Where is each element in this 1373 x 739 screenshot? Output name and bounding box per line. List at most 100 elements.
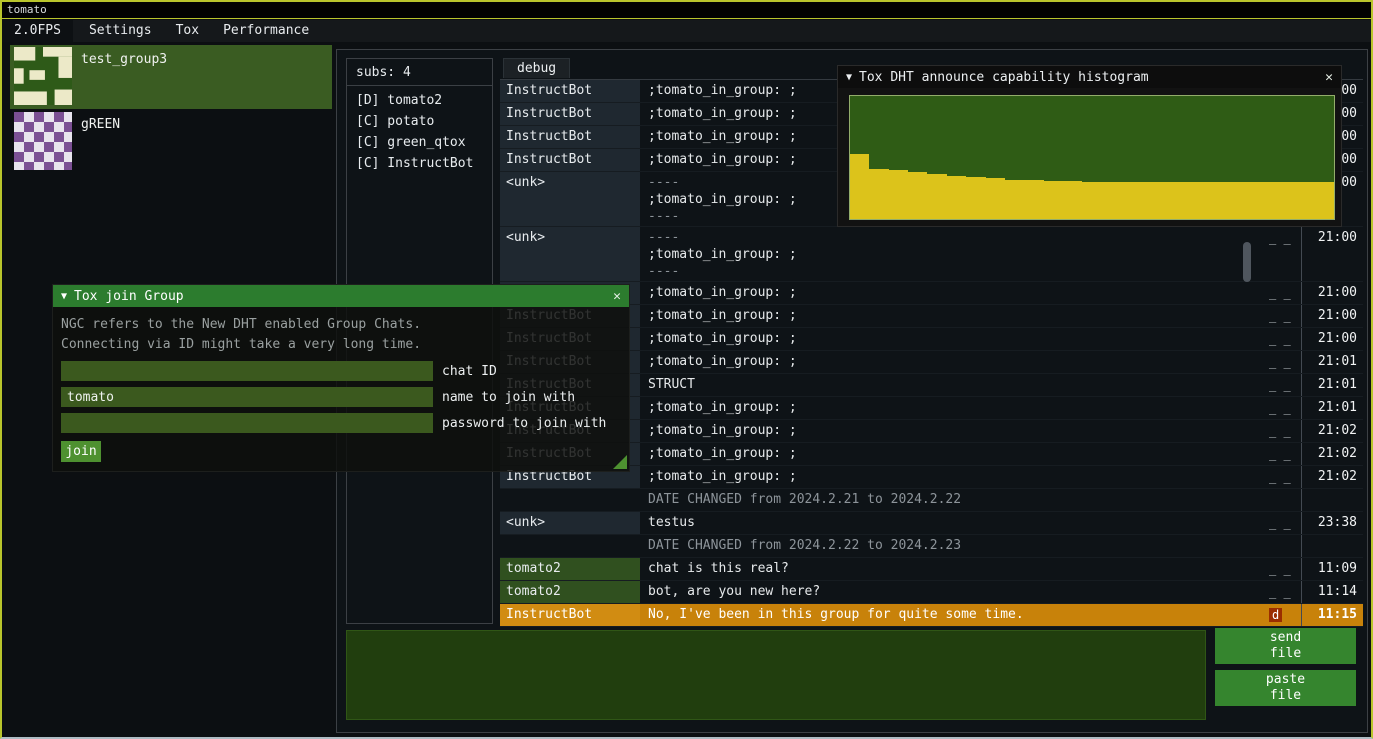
chat-time: 21:02 bbox=[1301, 443, 1363, 465]
group-avatar bbox=[14, 47, 72, 105]
chat-author: <unk> bbox=[500, 512, 640, 534]
histogram-bar bbox=[889, 170, 908, 219]
chat-author: <unk> bbox=[500, 227, 640, 281]
group-item-test_group3[interactable]: test_group3 bbox=[10, 45, 332, 109]
group-avatar bbox=[14, 112, 72, 170]
chat-time: 21:02 bbox=[1301, 420, 1363, 442]
chat-id-label: chat ID bbox=[442, 364, 497, 379]
chat-flags: _ _ bbox=[1265, 512, 1301, 534]
chat-row[interactable]: tomato2 chat is this real? _ _ 11:09 bbox=[500, 558, 1363, 581]
histogram-bar bbox=[1063, 181, 1082, 219]
paste-file-button[interactable]: paste file bbox=[1215, 670, 1356, 706]
chat-time: 21:00 bbox=[1301, 227, 1363, 281]
chat-flags: _ _ bbox=[1265, 351, 1301, 373]
chat-scrollbar-thumb[interactable] bbox=[1243, 242, 1251, 282]
chat-author bbox=[500, 535, 640, 557]
send-file-button[interactable]: send file bbox=[1215, 628, 1356, 664]
chat-message: testus bbox=[640, 512, 1265, 534]
resize-grip[interactable] bbox=[613, 455, 627, 469]
histogram-bar bbox=[1295, 182, 1314, 219]
histogram-plot bbox=[849, 95, 1335, 220]
chat-author: tomato2 bbox=[500, 558, 640, 580]
chat-time: 21:00 bbox=[1301, 328, 1363, 350]
join-dialog-titlebar[interactable]: ▼ Tox join Group ✕ bbox=[53, 285, 629, 307]
histogram-bar bbox=[1276, 182, 1295, 219]
chat-author: tomato2 bbox=[500, 581, 640, 603]
chat-time: 21:00 bbox=[1301, 305, 1363, 327]
chat-time: 21:01 bbox=[1301, 397, 1363, 419]
chat-row[interactable]: <unk> ---- ;tomato_in_group: ; ---- _ _ … bbox=[500, 227, 1363, 282]
app-window: tomato 2.0FPS Settings Tox Performance t… bbox=[0, 0, 1373, 739]
chat-time: 21:01 bbox=[1301, 351, 1363, 373]
sub-item-tomato2[interactable]: [D] tomato2 bbox=[347, 90, 492, 111]
tab-debug[interactable]: debug bbox=[503, 58, 570, 78]
menu-performance[interactable]: Performance bbox=[211, 20, 321, 42]
chat-flags: d bbox=[1265, 604, 1301, 626]
histogram-bar bbox=[850, 154, 869, 219]
collapse-icon[interactable]: ▼ bbox=[846, 72, 852, 83]
join-name-input[interactable] bbox=[61, 387, 433, 407]
chat-flags: _ _ bbox=[1265, 374, 1301, 396]
chat-author: InstructBot bbox=[500, 103, 640, 125]
menu-settings[interactable]: Settings bbox=[77, 20, 164, 42]
histogram-bar bbox=[1024, 180, 1043, 219]
sub-item-green_qtox[interactable]: [C] green_qtox bbox=[347, 132, 492, 153]
chat-message: ;tomato_in_group: ; bbox=[640, 397, 1265, 419]
chat-row[interactable]: <unk> testus _ _ 23:38 bbox=[500, 512, 1363, 535]
group-name: gREEN bbox=[81, 112, 120, 172]
date-separator-row: DATE CHANGED from 2024.2.22 to 2024.2.23 bbox=[500, 535, 1363, 558]
chat-message: ;tomato_in_group: ; bbox=[640, 420, 1265, 442]
chat-author: InstructBot bbox=[500, 149, 640, 171]
histogram-bar bbox=[947, 176, 966, 219]
histogram-bar bbox=[1179, 182, 1198, 219]
chat-time: 11:14 bbox=[1301, 581, 1363, 603]
menubar: 2.0FPS Settings Tox Performance bbox=[2, 20, 1371, 42]
histogram-titlebar[interactable]: ▼ Tox DHT announce capability histogram … bbox=[838, 66, 1341, 88]
chat-author bbox=[500, 489, 640, 511]
message-input[interactable] bbox=[346, 630, 1206, 720]
chat-flags: _ _ bbox=[1265, 558, 1301, 580]
chat-flags: _ _ bbox=[1265, 397, 1301, 419]
histogram-bar bbox=[927, 174, 946, 220]
chat-author: InstructBot bbox=[500, 126, 640, 148]
chat-row[interactable]: tomato2 bot, are you new here? _ _ 11:14 bbox=[500, 581, 1363, 604]
chat-flags: _ _ bbox=[1265, 305, 1301, 327]
chat-id-input[interactable] bbox=[61, 361, 433, 381]
join-name-label: name to join with bbox=[442, 390, 575, 405]
join-password-input[interactable] bbox=[61, 413, 433, 433]
chat-row-highlighted[interactable]: InstructBot No, I've been in this group … bbox=[500, 604, 1363, 627]
chat-message: ;tomato_in_group: ; bbox=[640, 282, 1265, 304]
histogram-bar bbox=[1005, 180, 1024, 219]
date-changed-text: DATE CHANGED from 2024.2.22 to 2024.2.23 bbox=[640, 535, 1265, 557]
date-separator-row: DATE CHANGED from 2024.2.21 to 2024.2.22 bbox=[500, 489, 1363, 512]
group-name: test_group3 bbox=[81, 47, 167, 107]
menu-tox[interactable]: Tox bbox=[164, 20, 211, 42]
chat-message: ;tomato_in_group: ; bbox=[640, 305, 1265, 327]
close-icon[interactable]: ✕ bbox=[613, 289, 621, 304]
histogram-bar bbox=[1257, 182, 1276, 219]
chat-message: bot, are you new here? bbox=[640, 581, 1265, 603]
chat-time: 11:09 bbox=[1301, 558, 1363, 580]
group-item-green[interactable]: gREEN bbox=[10, 110, 332, 174]
histogram-bar bbox=[1198, 182, 1217, 219]
chat-message: ;tomato_in_group: ; bbox=[640, 351, 1265, 373]
chat-time: 21:01 bbox=[1301, 374, 1363, 396]
histogram-bar bbox=[986, 178, 1005, 219]
join-button[interactable]: join bbox=[61, 441, 101, 462]
histogram-bar bbox=[1082, 182, 1101, 219]
histogram-window: ▼ Tox DHT announce capability histogram … bbox=[837, 65, 1342, 227]
chat-author: <unk> bbox=[500, 172, 640, 226]
collapse-icon[interactable]: ▼ bbox=[61, 291, 67, 302]
chat-flags: _ _ bbox=[1265, 227, 1301, 281]
sub-item-instructbot[interactable]: [C] InstructBot bbox=[347, 153, 492, 174]
separator bbox=[347, 85, 492, 86]
join-info-line: NGC refers to the New DHT enabled Group … bbox=[61, 315, 621, 335]
join-group-dialog: ▼ Tox join Group ✕ NGC refers to the New… bbox=[52, 284, 630, 472]
histogram-bar bbox=[1140, 182, 1159, 219]
histogram-bar bbox=[966, 177, 985, 219]
sub-item-potato[interactable]: [C] potato bbox=[347, 111, 492, 132]
close-icon[interactable]: ✕ bbox=[1325, 70, 1333, 85]
chat-time: 21:02 bbox=[1301, 466, 1363, 488]
chat-flags: _ _ bbox=[1265, 420, 1301, 442]
histogram-bar bbox=[1218, 182, 1237, 219]
